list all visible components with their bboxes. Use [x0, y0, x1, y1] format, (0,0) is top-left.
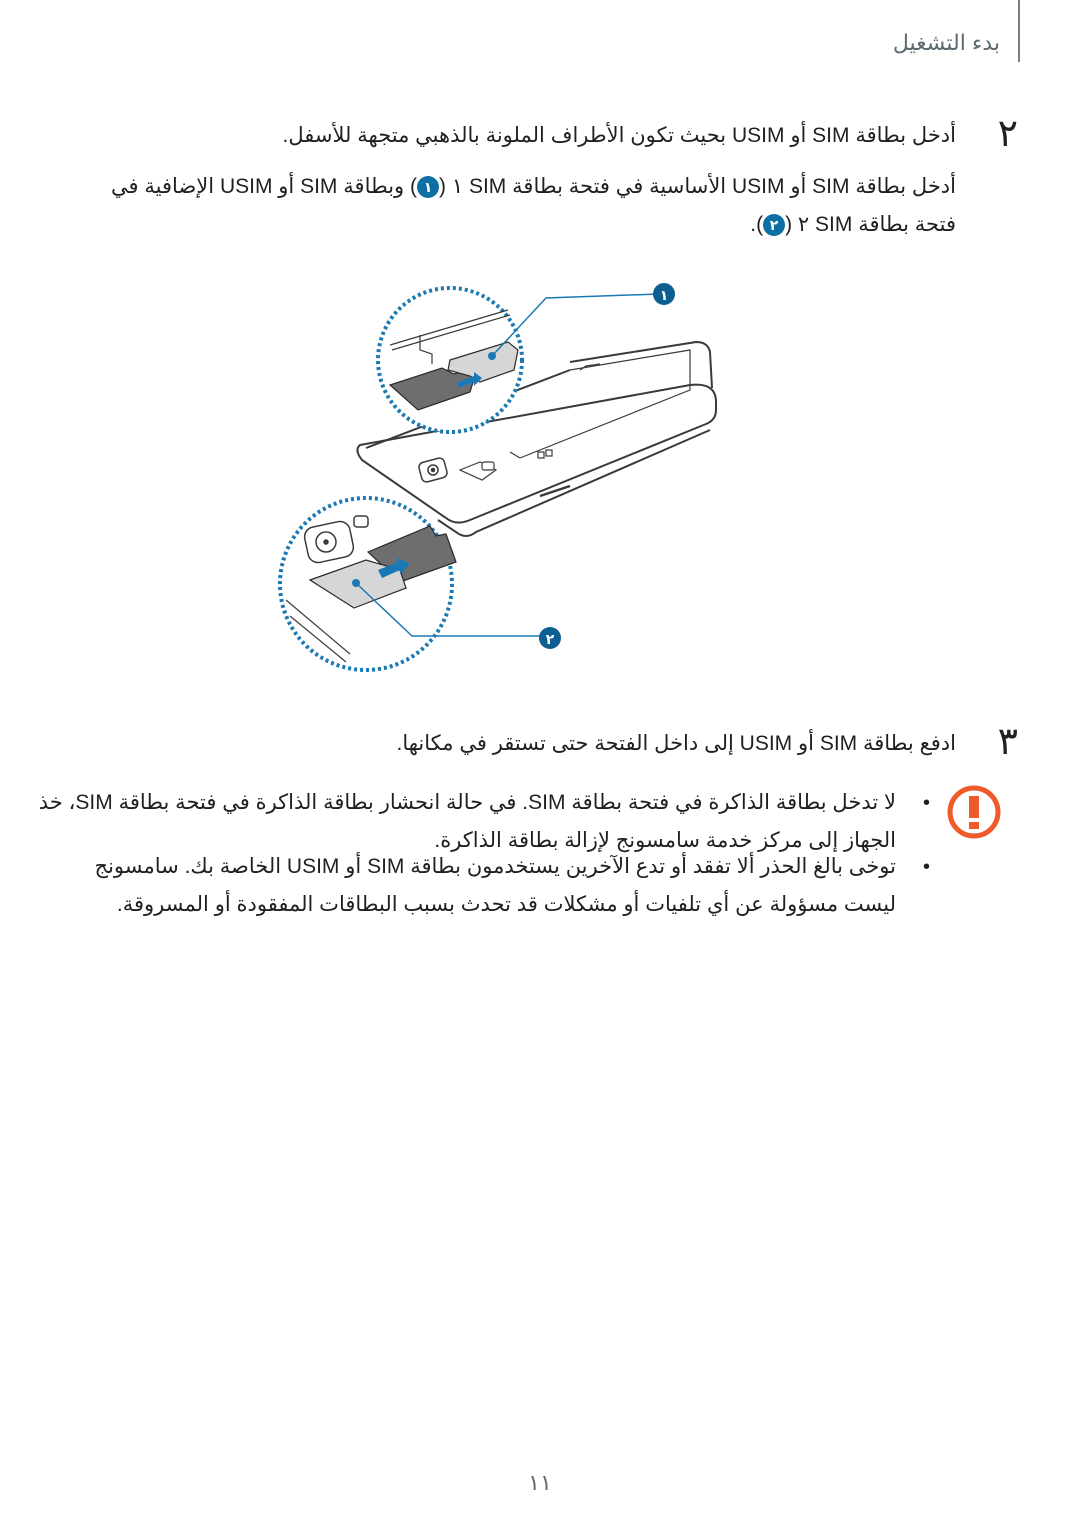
step-number: ٢ [997, 113, 1018, 155]
header-divider [1018, 0, 1020, 62]
bullet-line: توخى بالغ الحذر ألا تفقد أو تدع الآخرين … [94, 855, 896, 878]
page-number: ١١ [528, 1470, 552, 1495]
detail-text: ). [750, 213, 764, 236]
step-2-detail: أدخل بطاقة SIM أو USIM الأساسية في فتحة … [56, 168, 956, 244]
sim-insertion-illustration: ١ ٢ [278, 283, 717, 672]
bullet-icon: • [922, 792, 930, 814]
callout-badge-2: ٢ [763, 214, 786, 237]
bullet-line: لا تدخل بطاقة الذاكرة في فتحة بطاقة SIM.… [38, 791, 896, 814]
detail-line-1: أدخل بطاقة SIM أو USIM الأساسية في فتحة … [56, 168, 956, 206]
step-3: ٣ ادفع بطاقة SIM أو USIM إلى داخل الفتحة… [58, 721, 1019, 766]
step-text: ادفع بطاقة SIM أو USIM إلى داخل الفتحة ح… [396, 732, 957, 755]
detail-line-2: فتحة بطاقة SIM ٢ (٢). [56, 206, 956, 244]
detail-text: ) وبطاقة SIM أو USIM الإضافية في [111, 175, 418, 198]
step-text: أدخل بطاقة SIM أو USIM بحيث تكون الأطراف… [282, 124, 956, 147]
bullet-line: ليست مسؤولة عن أي تلفيات أو مشكلات قد تح… [116, 893, 896, 916]
step-number: ٣ [997, 721, 1018, 763]
detail-text: فتحة بطاقة SIM ٢ ( [785, 213, 956, 236]
bullet-icon: • [922, 856, 930, 878]
callout-label-2: ٢ [546, 632, 555, 648]
callout-badge-1: ١ [417, 176, 440, 199]
step-2: ٢ أدخل بطاقة SIM أو USIM بحيث تكون الأطر… [58, 113, 1018, 158]
callout-label-1: ١ [660, 288, 669, 304]
section-title: بدء التشغيل [892, 30, 1000, 55]
detail-text: أدخل بطاقة SIM أو USIM الأساسية في فتحة … [439, 175, 956, 198]
caution-bullet-2: • توخى بالغ الحذر ألا تفقد أو تدع الآخري… [16, 848, 930, 924]
caution-icon [947, 785, 1001, 839]
